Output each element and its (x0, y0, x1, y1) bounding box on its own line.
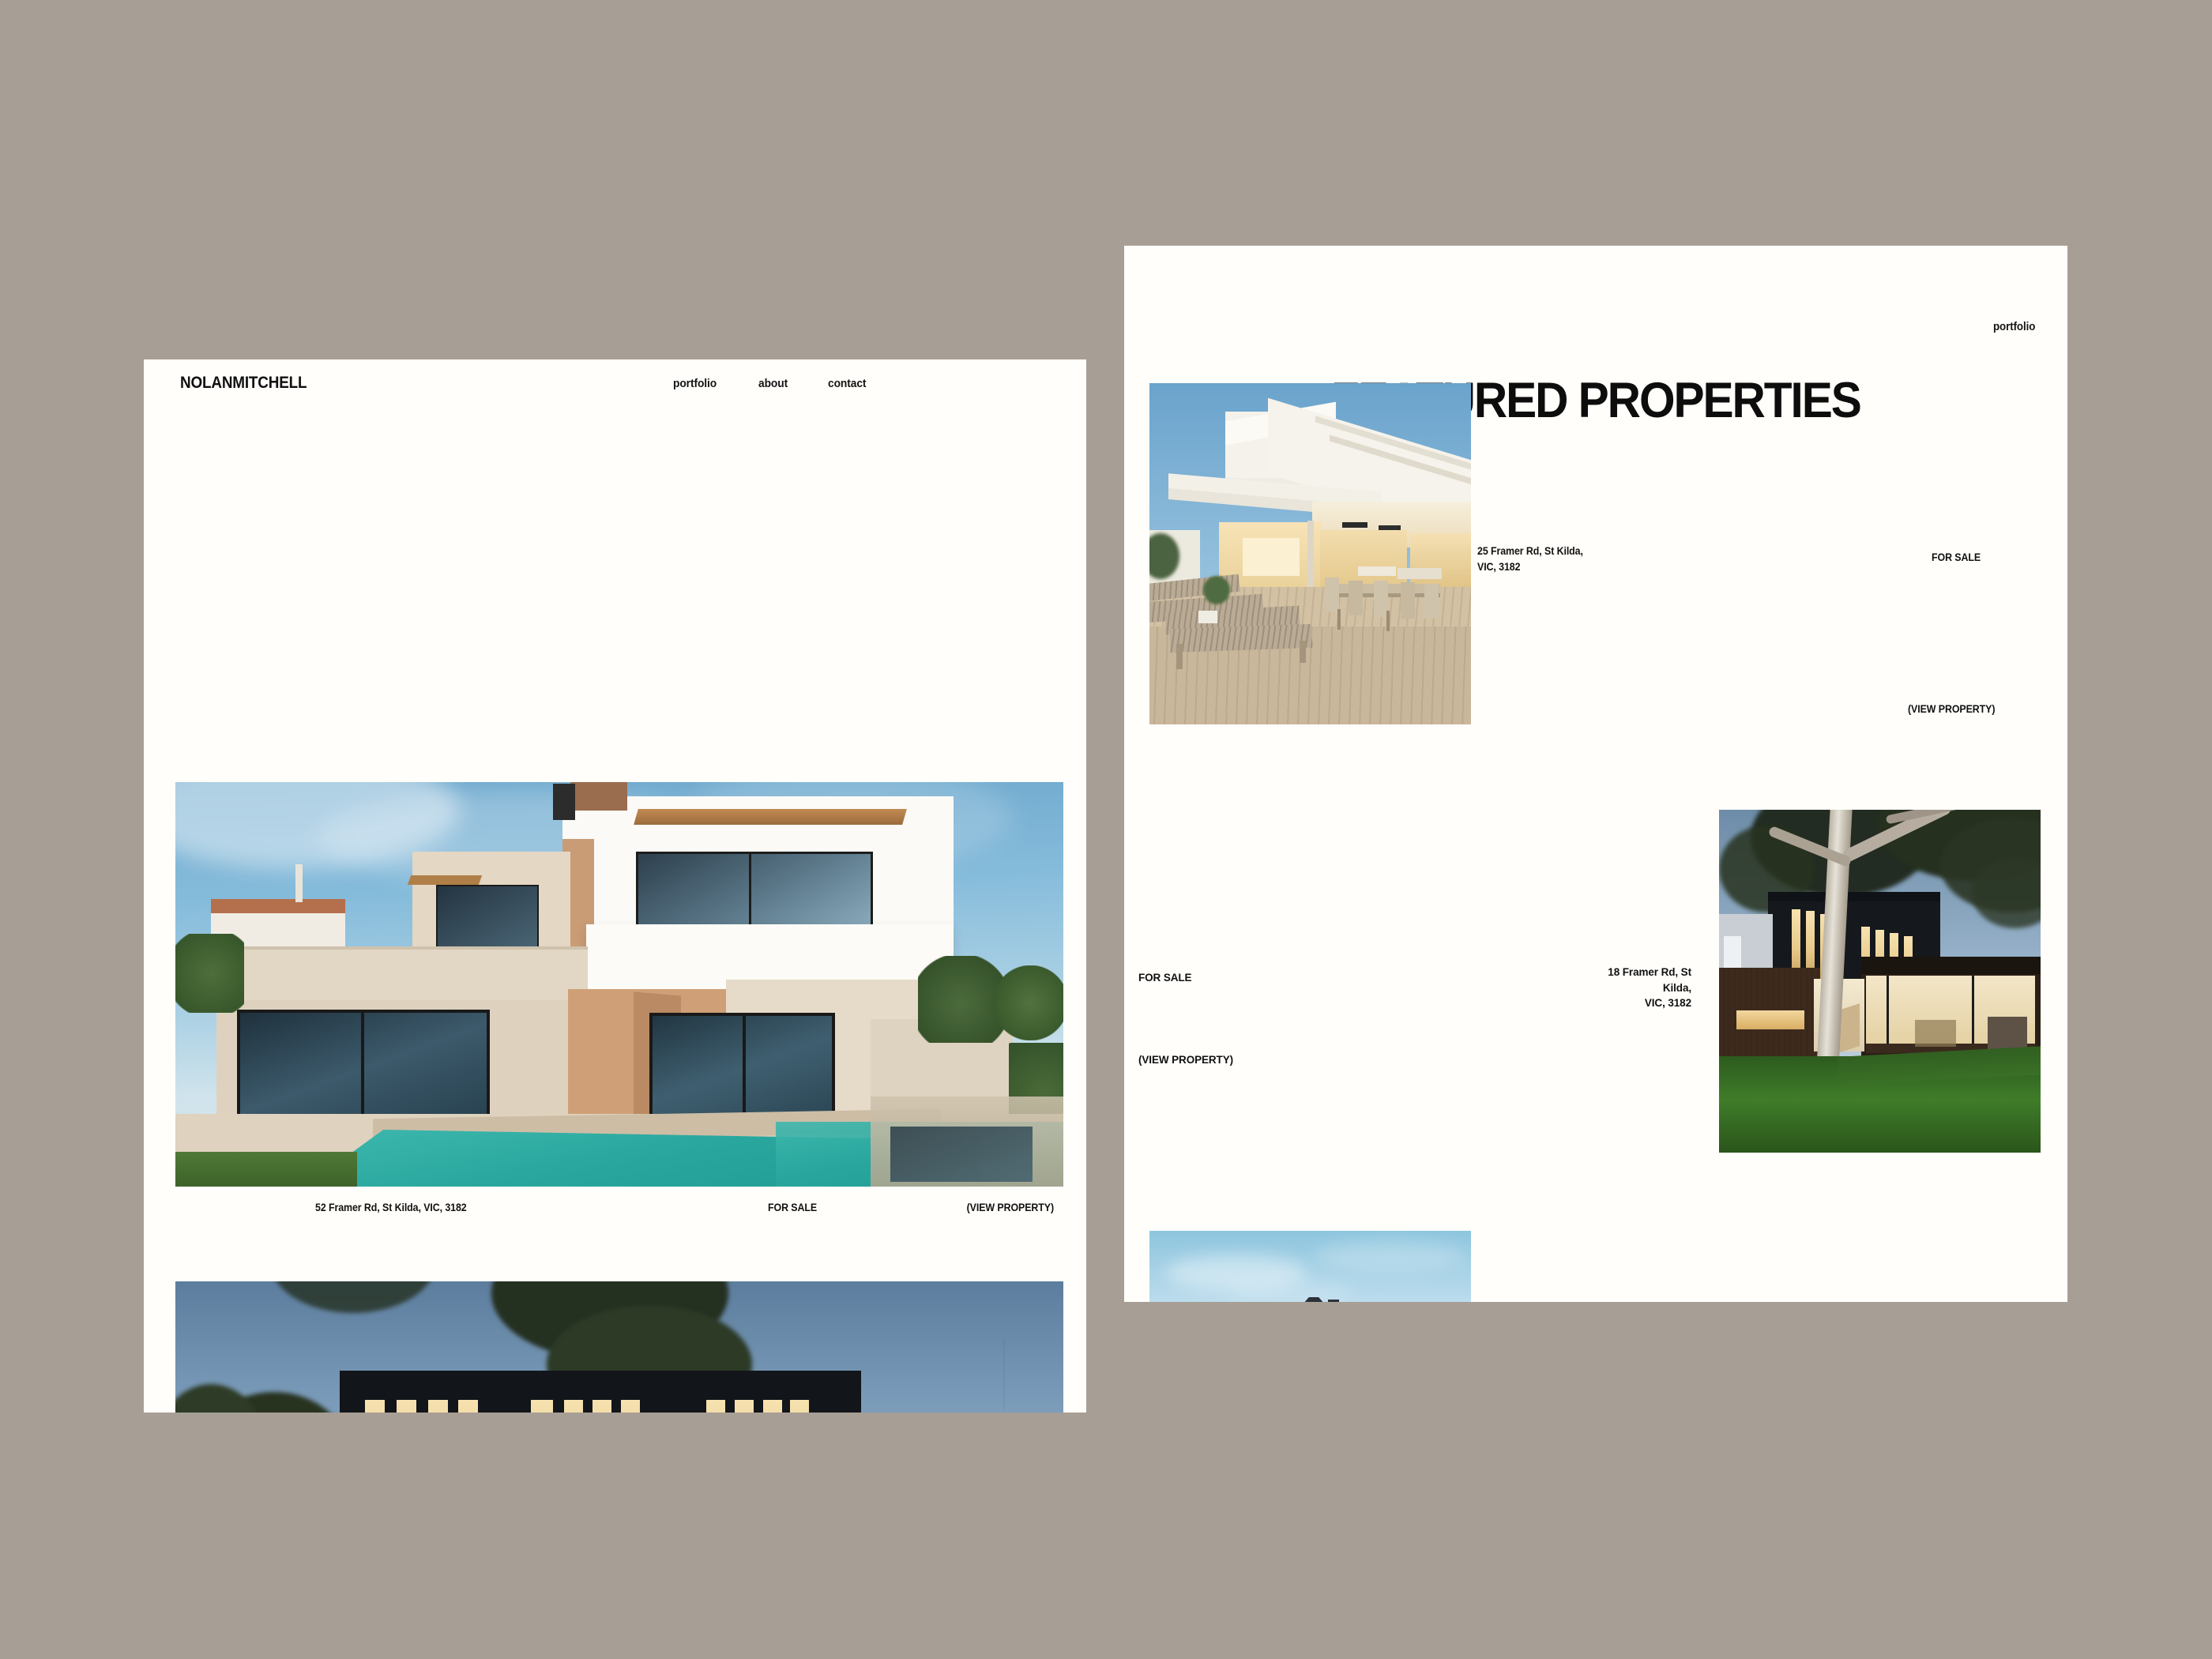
nav-item-portfolio[interactable]: portfolio (1993, 321, 2035, 333)
main-nav: portfolio about contact (673, 377, 870, 390)
featured-status: FOR SALE (1932, 551, 1981, 563)
scroll-artifact (1003, 1339, 1005, 1410)
featured-address: 25 Framer Rd, St Kilda, VIC, 3182 (1477, 544, 1583, 574)
featured-address: 18 Framer Rd, St Kilda, VIC, 3182 (1601, 965, 1691, 1011)
featured-address-line-2: VIC, 3182 (1644, 997, 1691, 1010)
featured-photo[interactable] (1719, 810, 2041, 1153)
featured-status: FOR SALE (1138, 972, 1192, 984)
featured-address-line-1: 25 Framer Rd, St Kilda, (1477, 545, 1583, 557)
brand-logo[interactable]: NOLANMITCHELL (180, 374, 307, 393)
view-property-link[interactable]: (VIEW PROPERTY) (1908, 702, 1996, 717)
listing-status: FOR SALE (768, 1202, 818, 1213)
nav-item-about[interactable]: about (758, 377, 788, 390)
featured-address-line-2: VIC, 3182 (1477, 560, 1521, 573)
featured-properties-window-right[interactable]: portfolio about contact FEATURED PROPERT… (1124, 246, 2067, 1302)
nav-item-portfolio[interactable]: portfolio (673, 377, 717, 390)
listing-photo[interactable] (175, 1281, 1063, 1413)
nav-item-contact[interactable]: contact (828, 377, 867, 390)
listing-photo[interactable] (175, 782, 1063, 1187)
portfolio-window-left[interactable]: NOLANMITCHELL portfolio about contact 52… (144, 359, 1086, 1413)
view-property-link[interactable]: (VIEW PROPERTY) (967, 1202, 1055, 1213)
left-window-header: NOLANMITCHELL portfolio about contact (144, 359, 1086, 415)
featured-photo[interactable] (1149, 383, 1471, 724)
main-nav: portfolio about contact (1993, 321, 2067, 333)
featured-photo[interactable] (1149, 1231, 1471, 1302)
listing-address: 52 Framer Rd, St Kilda, VIC, 3182 (315, 1202, 467, 1213)
featured-address-line-1: 18 Framer Rd, St Kilda, (1608, 966, 1691, 994)
view-property-link[interactable]: (VIEW PROPERTY) (1138, 1052, 1233, 1068)
listing-caption: 52 Framer Rd, St Kilda, VIC, 3182 FOR SA… (175, 1202, 1063, 1219)
